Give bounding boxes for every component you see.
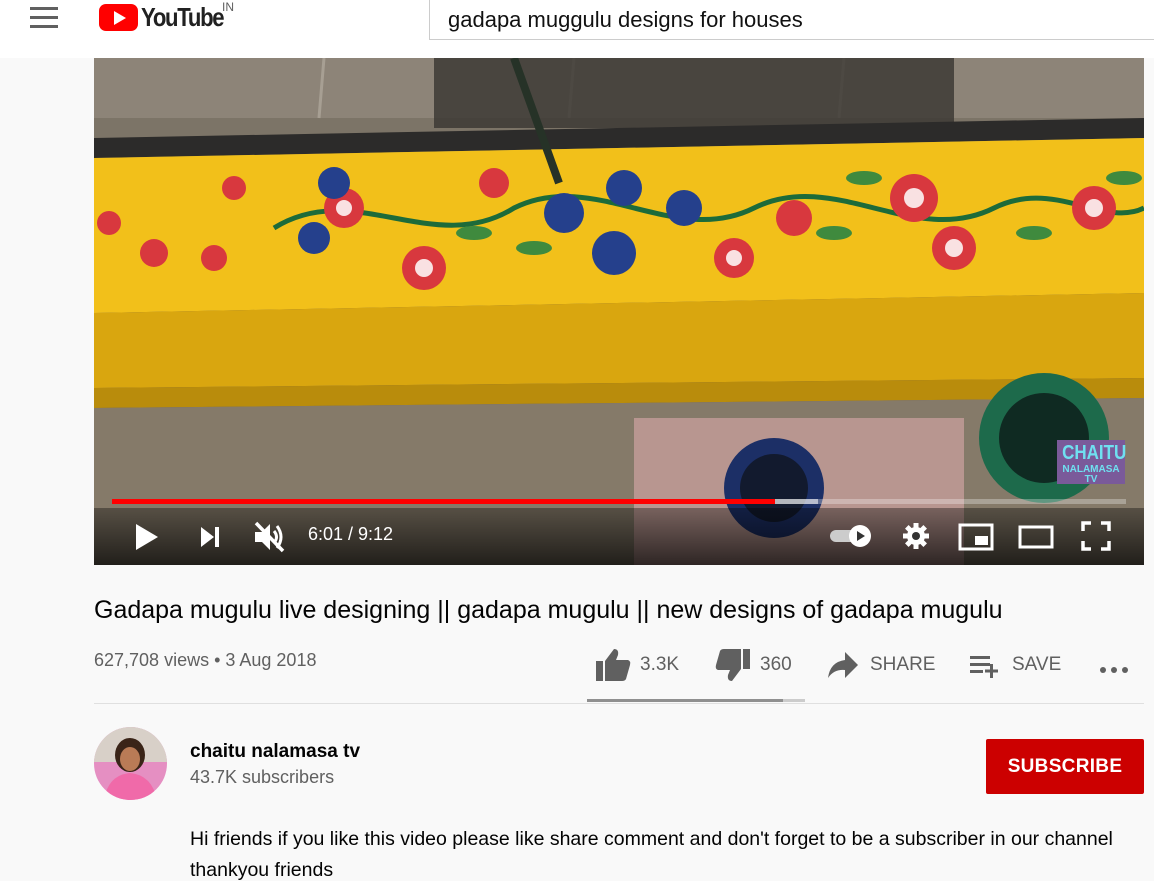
miniplayer-icon[interactable] [958, 522, 994, 552]
views-date: 627,708 views • 3 Aug 2018 [94, 650, 317, 670]
like-button[interactable]: 3.3K [594, 645, 679, 685]
search-input[interactable]: gadapa muggulu designs for houses [429, 0, 1154, 40]
autoplay-toggle-icon[interactable] [828, 524, 874, 548]
youtube-logo[interactable]: YouTube [99, 2, 238, 32]
channel-watermark[interactable]: CHAITU NALAMASA TV [1057, 440, 1127, 485]
channel-name[interactable]: chaitu nalamasa tv [190, 741, 360, 763]
sentiment-bar [587, 699, 805, 702]
save-button[interactable]: SAVE [968, 645, 1061, 685]
dislike-icon [715, 649, 750, 681]
time-display: 6:01 / 9:12 [308, 524, 394, 544]
play-icon[interactable] [132, 522, 160, 552]
video-title: Gadapa mugulu live designing || gadapa m… [94, 596, 1003, 624]
logo-text: YouTube [141, 1, 225, 32]
masthead: YouTube IN gadapa muggulu designs for ho… [0, 0, 1154, 58]
next-icon[interactable] [198, 525, 222, 549]
watermark-line1: CHAITU [1062, 442, 1127, 464]
divider [94, 703, 1144, 704]
dislike-button[interactable]: 360 [714, 645, 792, 685]
youtube-play-icon [99, 3, 138, 31]
watermark-line2: NALAMASA TV [1062, 464, 1120, 485]
mute-icon[interactable] [252, 520, 286, 554]
share-button[interactable]: SHARE [826, 645, 935, 685]
like-count: 3.3K [640, 654, 680, 675]
like-icon [596, 649, 631, 681]
player-controls: 6:01 / 9:12 [94, 508, 1144, 565]
subscriber-count: 43.7K subscribers [190, 767, 335, 787]
settings-icon[interactable] [901, 521, 931, 551]
menu-icon[interactable] [30, 7, 60, 28]
dislike-count: 360 [760, 654, 792, 675]
save-label: SAVE [1012, 654, 1062, 675]
video-frame [94, 58, 1144, 565]
save-playlist-icon [970, 656, 998, 678]
subscribe-button[interactable]: SUBSCRIBE [986, 739, 1144, 794]
fullscreen-icon[interactable] [1080, 520, 1112, 552]
share-label: SHARE [870, 654, 936, 675]
share-icon [828, 652, 858, 678]
avatar[interactable] [94, 727, 167, 800]
more-actions-button[interactable] [1098, 645, 1130, 685]
played-bar [112, 499, 776, 504]
progress-bar[interactable] [112, 499, 1126, 504]
more-icon [1100, 667, 1128, 673]
video-description: Hi friends if you like this video please… [190, 828, 1113, 881]
video-player[interactable]: CHAITU NALAMASA TV 6:01 / 9:12 [94, 58, 1144, 565]
country-code: IN [222, 0, 234, 14]
theater-icon[interactable] [1018, 522, 1054, 552]
sentiment-likes [587, 699, 784, 702]
